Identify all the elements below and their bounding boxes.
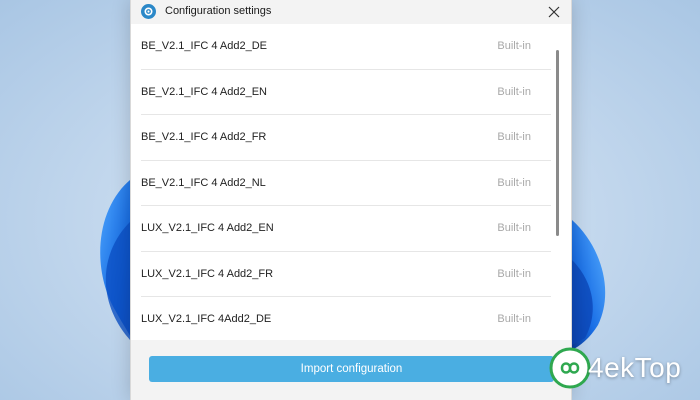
- close-button[interactable]: [537, 0, 571, 24]
- title-bar: Configuration settings: [131, 0, 571, 24]
- watermark: 4ekTop: [548, 342, 681, 394]
- status-badge: Built-in: [497, 176, 531, 189]
- status-badge: Built-in: [497, 313, 531, 326]
- configuration-list-panel: BE_V2.1_IFC 4 Add2_DE Built-in BE_V2.1_I…: [131, 24, 571, 340]
- window-title: Configuration settings: [165, 5, 272, 17]
- configuration-name: LUX_V2.1_IFC 4 Add2_FR: [141, 267, 274, 280]
- dialog-footer: Import configuration: [131, 340, 571, 400]
- list-item[interactable]: BE_V2.1_IFC 4 Add2_EN Built-in: [141, 70, 551, 115]
- status-badge: Built-in: [497, 222, 531, 235]
- status-badge: Built-in: [497, 40, 531, 53]
- watermark-text: 4ekTop: [588, 352, 682, 383]
- configuration-name: BE_V2.1_IFC 4 Add2_EN: [141, 85, 267, 98]
- configuration-name: BE_V2.1_IFC 4 Add2_NL: [141, 176, 266, 189]
- import-configuration-button[interactable]: Import configuration: [149, 356, 554, 382]
- configuration-name: LUX_V2.1_IFC 4Add2_DE: [141, 313, 272, 326]
- list-item[interactable]: LUX_V2.1_IFC 4 Add2_EN Built-in: [141, 206, 551, 252]
- configuration-name: LUX_V2.1_IFC 4 Add2_EN: [141, 222, 274, 235]
- watermark-logo-icon: [549, 347, 591, 389]
- configuration-name: BE_V2.1_IFC 4 Add2_DE: [141, 40, 267, 53]
- list-item[interactable]: LUX_V2.1_IFC 4 Add2_FR Built-in: [141, 252, 551, 297]
- vertical-scrollbar[interactable]: [556, 50, 559, 236]
- configuration-name: BE_V2.1_IFC 4 Add2_FR: [141, 131, 267, 144]
- status-badge: Built-in: [497, 85, 531, 98]
- close-icon: [548, 6, 560, 18]
- list-item[interactable]: BE_V2.1_IFC 4 Add2_NL Built-in: [141, 161, 551, 206]
- settings-app-icon: [141, 4, 156, 19]
- status-badge: Built-in: [497, 131, 531, 144]
- status-badge: Built-in: [497, 267, 531, 280]
- configuration-list: BE_V2.1_IFC 4 Add2_DE Built-in BE_V2.1_I…: [141, 24, 551, 340]
- list-item[interactable]: BE_V2.1_IFC 4 Add2_DE Built-in: [141, 24, 551, 70]
- list-item[interactable]: BE_V2.1_IFC 4 Add2_FR Built-in: [141, 115, 551, 161]
- configuration-settings-dialog: Configuration settings BE_V2.1_IFC 4 Add…: [130, 0, 572, 400]
- list-item[interactable]: LUX_V2.1_IFC 4Add2_DE Built-in: [141, 297, 551, 340]
